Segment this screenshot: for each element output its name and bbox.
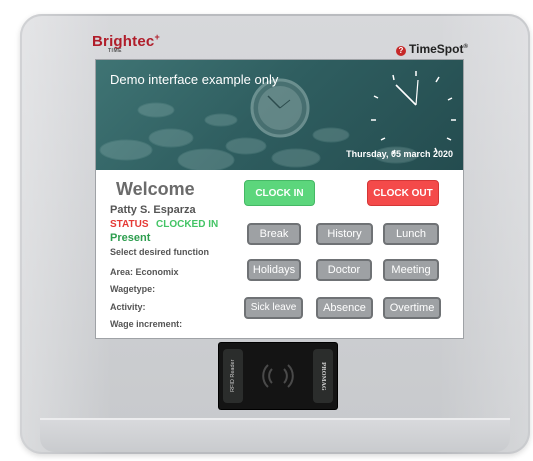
field-label: Wage increment: <box>110 319 183 329</box>
brightec-logo: Brightec+ <box>92 32 160 50</box>
area-field: Area: Economix <box>110 267 179 277</box>
field-label: Wagetype: <box>110 284 156 294</box>
product-mark: ® <box>463 44 468 50</box>
break-button[interactable]: Break <box>247 223 301 245</box>
field-label: Area: <box>110 267 134 277</box>
doctor-button[interactable]: Doctor <box>316 259 372 281</box>
banner: Demo interface example only Thursday, 05… <box>96 60 463 170</box>
wage-increment-field: Wage increment: <box>110 319 182 329</box>
clock-face <box>371 71 456 155</box>
rfid-reader: RFID Reader PROMAG <box>219 343 337 409</box>
presence-status: Present <box>110 232 151 244</box>
status-value: CLOCKED IN <box>156 219 219 230</box>
banner-title: Demo interface example only <box>110 72 279 87</box>
promag-label: PROMAG <box>320 361 326 391</box>
wagetype-field: Wagetype: <box>110 284 155 294</box>
user-name: Patty S. Esparza <box>110 204 196 216</box>
lunch-button[interactable]: Lunch <box>383 223 439 245</box>
touch-screen: Demo interface example only Thursday, 05… <box>96 60 463 338</box>
activity-field: Activity: <box>110 302 146 312</box>
rfid-waves-icon <box>262 364 294 388</box>
welcome-heading: Welcome <box>116 179 195 199</box>
current-date: Thursday, 05 march 2020 <box>346 149 453 159</box>
timespot-logo: ? TimeSpot® <box>396 42 468 56</box>
timespot-icon: ? <box>396 46 406 56</box>
holidays-button[interactable]: Holidays <box>247 259 301 281</box>
brand-mark: + <box>154 32 160 42</box>
meeting-button[interactable]: Meeting <box>383 259 439 281</box>
clock-out-button[interactable]: CLOCK OUT <box>367 180 439 206</box>
rfid-reader-label: RFID Reader <box>230 359 236 393</box>
field-label: Activity: <box>110 302 146 312</box>
select-hint: Select desired function <box>110 247 210 257</box>
status-label: STATUS <box>110 219 149 230</box>
brand-subtitle: TIME <box>108 48 122 54</box>
history-button[interactable]: History <box>316 223 373 245</box>
sick-leave-button[interactable]: Sick leave <box>244 297 303 319</box>
overtime-button[interactable]: Overtime <box>383 297 441 319</box>
absence-button[interactable]: Absence <box>316 297 373 319</box>
clock-in-button[interactable]: CLOCK IN <box>244 180 315 206</box>
product-name: TimeSpot <box>409 42 464 56</box>
pocket-watch <box>250 78 310 138</box>
terminal-base <box>40 418 510 452</box>
field-value: Economix <box>135 267 179 277</box>
brand-name: Brightec <box>92 33 155 50</box>
